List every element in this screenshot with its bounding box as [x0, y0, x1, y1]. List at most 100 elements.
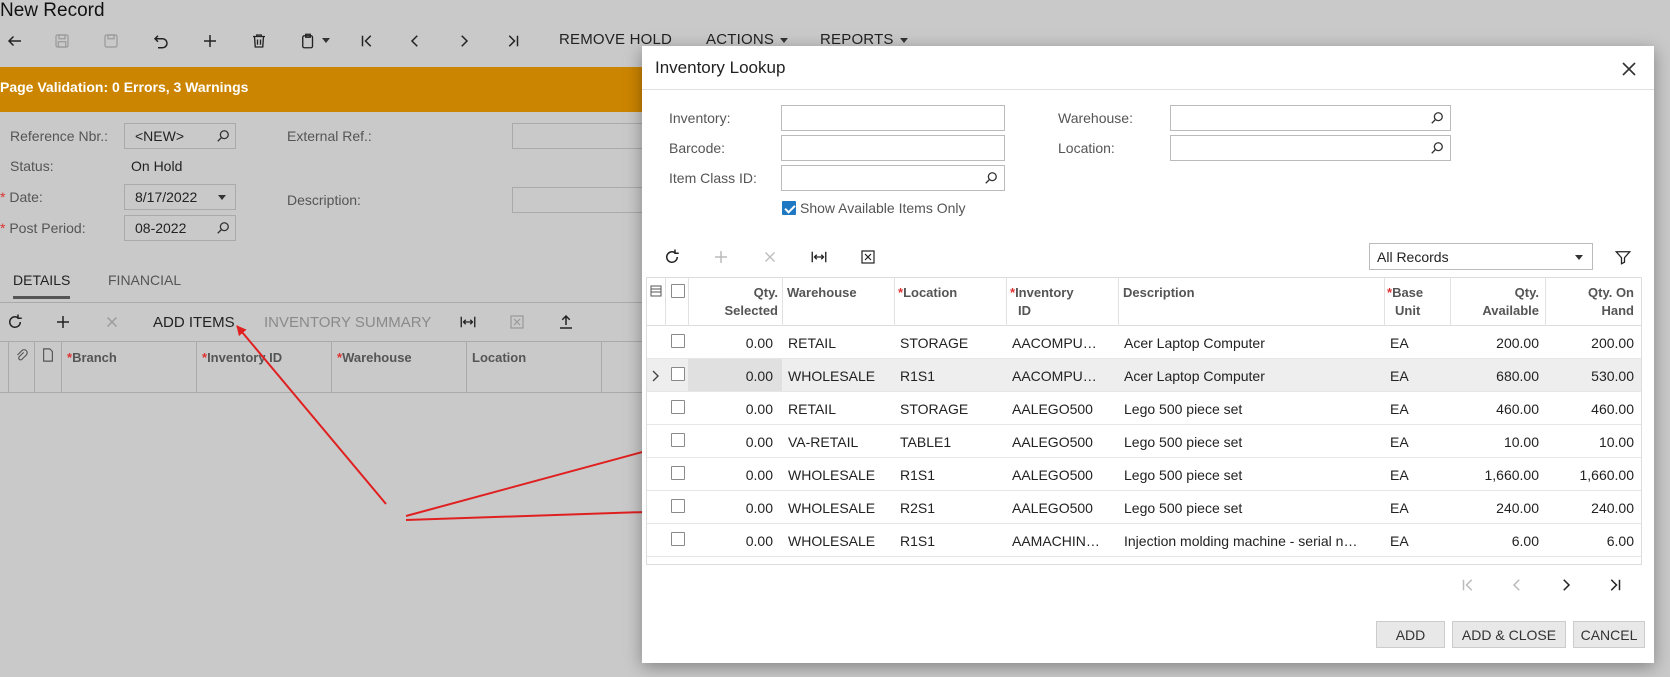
column-location-label: Location	[903, 285, 958, 300]
cell-location: R1S1	[900, 533, 936, 549]
table-row[interactable]: 0.00 RETAIL STORAGE AACOMPU… Acer Laptop…	[647, 326, 1641, 359]
cell-qty-on-hand: 200.00	[1591, 335, 1634, 351]
cell-qty-selected[interactable]: 0.00	[692, 335, 773, 351]
cell-qty-selected[interactable]: 0.00	[692, 434, 773, 450]
column-settings-icon[interactable]	[650, 284, 662, 297]
first-page-icon[interactable]	[1459, 576, 1477, 597]
dialog-title: Inventory Lookup	[655, 58, 786, 77]
search-icon[interactable]	[1430, 111, 1444, 128]
row-checkbox[interactable]	[671, 334, 685, 348]
row-checkbox[interactable]	[671, 433, 685, 447]
column-qty-available[interactable]: Qty. Available	[1453, 284, 1539, 320]
column-inventory-id-line2: ID	[1018, 303, 1031, 318]
row-checkbox[interactable]	[671, 499, 685, 513]
arrow-to-add-items	[236, 325, 387, 505]
refresh-icon[interactable]	[660, 245, 684, 269]
item-class-input[interactable]	[781, 165, 1005, 191]
inventory-input[interactable]	[781, 105, 1005, 131]
inventory-label: Inventory:	[669, 110, 731, 126]
fit-columns-icon[interactable]	[807, 245, 831, 269]
cell-inventory-id: AALEGO500	[1012, 500, 1093, 516]
cell-qty-available: 460.00	[1496, 401, 1539, 417]
cell-description: Acer Laptop Computer	[1124, 335, 1265, 351]
table-row[interactable]: 0.00 WHOLESALE R2S1 AALEGO500 Lego 500 p…	[647, 491, 1641, 524]
cell-qty-selected[interactable]: 0.00	[692, 533, 773, 549]
add-close-button[interactable]: ADD & CLOSE	[1452, 621, 1566, 648]
row-checkbox[interactable]	[671, 532, 685, 546]
warehouse-input[interactable]	[1170, 105, 1451, 131]
cell-description: Lego 500 piece set	[1124, 401, 1243, 417]
row-checkbox[interactable]	[671, 367, 685, 381]
cell-qty-available: 10.00	[1503, 434, 1539, 450]
records-filter-value: All Records	[1377, 249, 1449, 265]
add-button[interactable]: ADD	[1376, 621, 1445, 648]
cell-qty-selected[interactable]: 0.00	[692, 368, 773, 384]
column-warehouse[interactable]: Warehouse	[787, 284, 857, 302]
cell-qty-on-hand: 530.00	[1591, 368, 1634, 384]
export-excel-icon[interactable]	[856, 245, 880, 269]
cell-location: TABLE1	[900, 434, 952, 450]
cell-location: R2S1	[900, 500, 936, 516]
close-icon[interactable]	[1618, 58, 1640, 80]
cell-inventory-id: AACOMPU…	[1012, 335, 1097, 351]
cell-qty-selected[interactable]: 0.00	[692, 500, 773, 516]
cell-qty-available: 6.00	[1511, 533, 1539, 549]
inventory-grid: Qty. Selected Warehouse *Location *Inven…	[646, 277, 1642, 565]
column-divider	[665, 278, 666, 326]
column-qty-on-hand[interactable]: Qty. On Hand	[1548, 284, 1634, 320]
table-row[interactable]: 0.00 VA-RETAIL TABLE1 AALEGO500 Lego 500…	[647, 425, 1641, 458]
cell-qty-available: 680.00	[1496, 368, 1539, 384]
last-page-icon[interactable]	[1606, 576, 1624, 597]
cell-qty-selected[interactable]: 0.00	[692, 401, 773, 417]
location-label: Location:	[1058, 140, 1115, 156]
column-base-unit[interactable]: *Base Unit	[1387, 284, 1423, 320]
column-qty-selected-line1: Qty.	[753, 285, 778, 300]
chevron-down-icon	[1575, 255, 1583, 260]
column-qty-selected-line2: Selected	[724, 303, 778, 318]
add-row-icon[interactable]	[709, 245, 733, 269]
records-filter-select[interactable]: All Records	[1369, 243, 1593, 270]
cell-warehouse: WHOLESALE	[788, 368, 876, 384]
search-icon[interactable]	[984, 171, 998, 188]
cancel-button[interactable]: CANCEL	[1573, 621, 1645, 648]
delete-row-icon[interactable]	[758, 245, 782, 269]
column-location[interactable]: *Location	[898, 284, 957, 302]
column-divider	[1006, 278, 1007, 326]
column-description[interactable]: Description	[1123, 284, 1195, 302]
cell-qty-available: 200.00	[1496, 335, 1539, 351]
cell-warehouse: WHOLESALE	[788, 467, 876, 483]
table-row[interactable]: 0.00 WHOLESALE R1S1 AAMACHIN… Injection …	[647, 524, 1641, 557]
cell-warehouse: VA-RETAIL	[788, 434, 859, 450]
row-checkbox[interactable]	[671, 400, 685, 414]
cell-base-unit: EA	[1390, 467, 1409, 483]
column-inventory-id[interactable]: *Inventory ID	[1010, 284, 1074, 320]
cell-location: R1S1	[900, 368, 936, 384]
cell-location: STORAGE	[900, 335, 969, 351]
search-icon[interactable]	[1430, 141, 1444, 158]
column-divider	[1118, 278, 1119, 326]
select-all-checkbox[interactable]	[671, 284, 685, 298]
previous-page-icon[interactable]	[1508, 576, 1526, 597]
barcode-input[interactable]	[781, 135, 1005, 161]
column-inventory-id-line1: Inventory	[1015, 285, 1074, 300]
column-qty-selected[interactable]: Qty. Selected	[692, 284, 778, 320]
filter-icon[interactable]	[1611, 245, 1635, 269]
column-divider	[894, 278, 895, 326]
column-divider	[1545, 278, 1546, 326]
location-input[interactable]	[1170, 135, 1451, 161]
table-row[interactable]: 0.00 RETAIL STORAGE AALEGO500 Lego 500 p…	[647, 392, 1641, 425]
show-available-checkbox[interactable]	[782, 201, 796, 215]
table-row[interactable]: 0.00 WHOLESALE R1S1 AACOMPU… Acer Laptop…	[647, 359, 1641, 392]
cell-base-unit: EA	[1390, 368, 1409, 384]
table-row[interactable]: 0.00 WHOLESALE R1S1 AALEGO500 Lego 500 p…	[647, 458, 1641, 491]
column-divider	[1384, 278, 1385, 326]
column-qty-available-line2: Available	[1482, 303, 1539, 318]
cell-description: Acer Laptop Computer	[1124, 368, 1265, 384]
cell-qty-on-hand: 10.00	[1598, 434, 1634, 450]
row-checkbox[interactable]	[671, 466, 685, 480]
cell-qty-selected[interactable]: 0.00	[692, 467, 773, 483]
cell-warehouse: WHOLESALE	[788, 533, 876, 549]
cell-inventory-id: AACOMPU…	[1012, 368, 1097, 384]
next-page-icon[interactable]	[1557, 576, 1575, 597]
cell-qty-on-hand: 240.00	[1591, 500, 1634, 516]
